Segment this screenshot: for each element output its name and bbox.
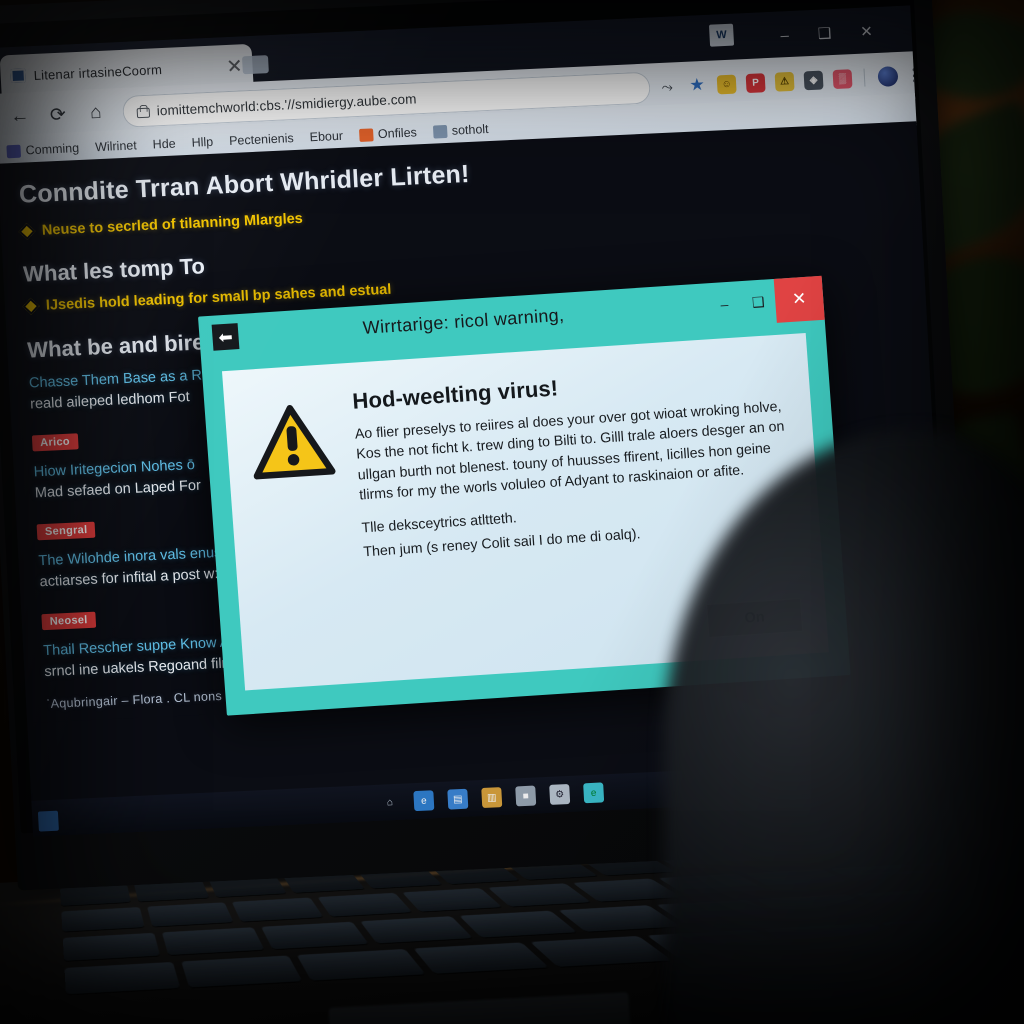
bookmark-label: Ebour	[309, 128, 344, 145]
bookmark-label: sotholt	[451, 122, 489, 138]
bookmark-label: Comming	[25, 140, 80, 158]
url-text: iomittemchworld:cbs.'//smidiergy.aube.co…	[156, 90, 417, 118]
bookmark-item[interactable]: Ebour	[309, 129, 343, 145]
extension-gray-icon[interactable]: ◈	[803, 70, 824, 90]
link-subtext: actiarses for infital a post w:	[39, 566, 219, 591]
toolbar-divider	[863, 68, 866, 87]
status-badge: Sengral	[36, 522, 96, 541]
extension-pink-icon[interactable]: ▒	[832, 68, 853, 89]
photo-scene: Litenar irtasineCoorm W – ❑ ✕ ← ⟳ ⌂ iomi…	[0, 0, 1024, 1024]
bookmark-file-icon	[358, 127, 374, 142]
taskbar-document-icon[interactable]: ▥	[481, 787, 503, 809]
status-badge: Neosel	[41, 611, 97, 630]
dialog-minimize-button[interactable]: –	[706, 281, 743, 327]
window-minimize-button[interactable]: –	[771, 23, 798, 48]
bookmark-label: Pectenienis	[228, 131, 295, 149]
taskbar-edge-icon[interactable]: e	[583, 782, 605, 804]
bullet-text: Neuse to secrled of tilanning Mlargles	[41, 210, 304, 239]
window-app-badge-icon: W	[708, 23, 735, 47]
browser-menu-icon[interactable]	[906, 68, 923, 83]
dialog-close-button[interactable]: ✕	[773, 275, 825, 323]
tab-title: Litenar irtasineCoorm	[33, 61, 163, 83]
share-icon[interactable]: ⤳	[654, 73, 681, 100]
link-text: Chasse Them Base as a R	[28, 367, 203, 392]
extension-red-icon[interactable]: P	[745, 72, 766, 93]
home-icon[interactable]: ⌂	[78, 96, 114, 130]
bookmark-label: Hllp	[191, 134, 214, 150]
tab-close-icon[interactable]	[226, 57, 243, 74]
link-subtext: Mad sefaed on Laped For	[34, 478, 202, 502]
dialog-back-icon[interactable]: ⬅	[211, 323, 240, 351]
taskbar-browser-icon[interactable]: e	[413, 790, 435, 812]
taskbar-store-icon[interactable]: ■	[515, 785, 537, 807]
bookmark-folder-icon	[6, 144, 22, 158]
window-maximize-button[interactable]: ❑	[811, 21, 838, 46]
diamond-bullet-icon	[22, 298, 40, 316]
bookmark-item[interactable]: sotholt	[432, 122, 489, 139]
bookmark-label: Hde	[152, 136, 177, 152]
new-tab-button[interactable]	[241, 55, 269, 75]
extension-yellow-icon[interactable]: ☺	[716, 74, 737, 94]
warning-triangle-icon	[253, 404, 336, 480]
taskbar-explorer-icon[interactable]: ▤	[447, 788, 469, 810]
diamond-bullet-icon	[18, 222, 36, 240]
bookmark-item[interactable]: Hllp	[191, 135, 213, 150]
window-close-button[interactable]: ✕	[853, 19, 880, 44]
taskbar-home-icon[interactable]: ⌂	[379, 792, 400, 813]
tab-favicon	[10, 68, 27, 84]
bookmark-window-icon	[432, 124, 448, 139]
reload-icon[interactable]: ⟳	[40, 98, 76, 132]
avatar[interactable]	[877, 66, 899, 87]
taskbar-settings-icon[interactable]: ⚙	[549, 783, 571, 805]
bookmark-item[interactable]: Wilrinet	[95, 138, 137, 154]
bookmark-item[interactable]: Onfiles	[358, 125, 418, 142]
dialog-paragraph-1: Ao flier preselys to reiires al does you…	[354, 398, 785, 504]
status-badge: Arico	[31, 433, 79, 452]
bookmark-label: Onfiles	[377, 125, 418, 142]
bookmark-item[interactable]: Comming	[6, 141, 79, 158]
bookmark-label: Wilrinet	[94, 138, 138, 155]
extension-warning-icon[interactable]: ⚠	[774, 71, 795, 92]
back-icon[interactable]: ←	[2, 100, 38, 134]
start-button[interactable]	[37, 810, 59, 832]
lock-icon	[136, 104, 148, 117]
dialog-maximize-button[interactable]: ❑	[740, 279, 777, 325]
bookmark-item[interactable]: Hde	[152, 137, 176, 152]
bookmark-item[interactable]: Pectenienis	[229, 131, 294, 148]
link-subtext: reald aileped ledhom Fot	[29, 389, 191, 413]
link-text: Hiow Iritegecion Nohes ō	[33, 457, 196, 481]
bookmark-star-icon[interactable]: ★	[683, 72, 710, 99]
